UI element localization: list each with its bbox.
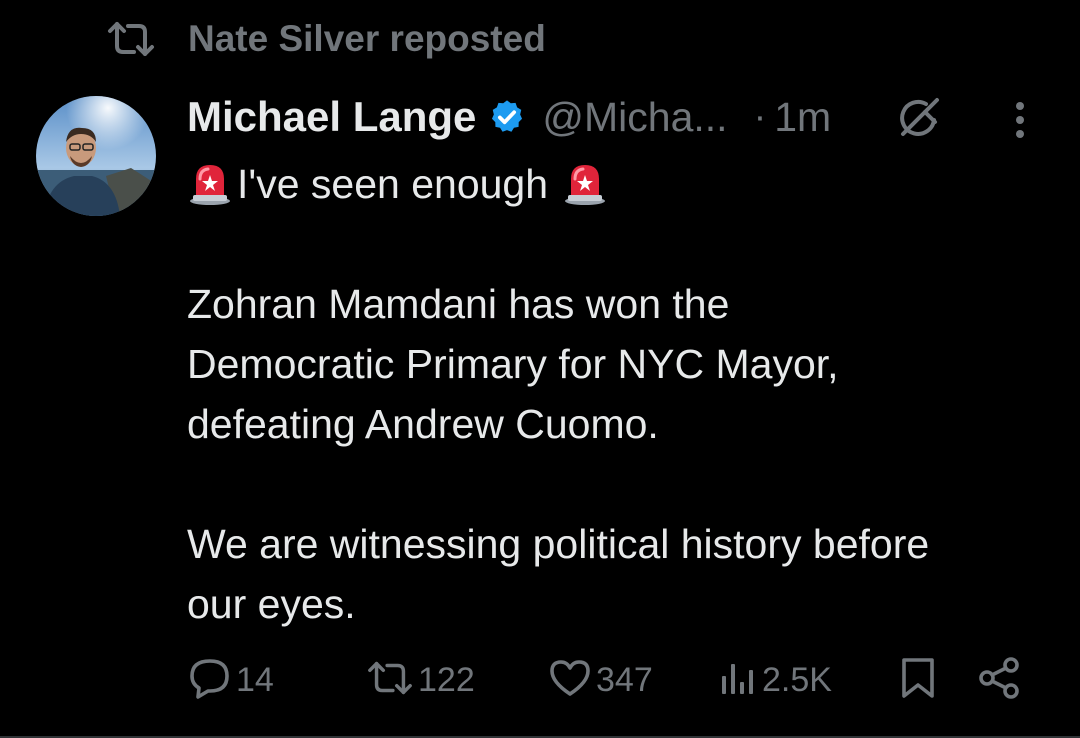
views-button[interactable]: 2.5K [718, 652, 832, 708]
post-line: Democratic Primary for NYC Mayor, [187, 334, 1047, 394]
post-line-3: Democratic Primary for NYC Mayor, [187, 341, 839, 387]
more-options-icon[interactable] [1005, 98, 1035, 142]
post-line-4: defeating Andrew Cuomo. [187, 401, 659, 447]
action-bar: 14 122 347 2.5K [188, 652, 1028, 708]
post-text: I've seen enough Zohran Mamdani has won … [187, 154, 1047, 634]
share-icon [978, 656, 1022, 704]
post-card[interactable]: Nate Silver reposted Michael Lange @Mich… [0, 0, 1080, 738]
like-heart-icon [548, 658, 592, 702]
post-header: Michael Lange @Micha... · 1m [187, 90, 1040, 144]
bookmark-icon [900, 656, 936, 704]
views-count: 2.5K [762, 660, 832, 699]
views-bar-chart-icon [718, 658, 758, 702]
post-line-2: Zohran Mamdani has won the [187, 281, 730, 327]
post-line: our eyes. [187, 574, 1047, 634]
repost-label: Nate Silver reposted [188, 18, 546, 59]
verified-badge-icon[interactable] [488, 97, 528, 137]
post-line: defeating Andrew Cuomo. [187, 394, 1047, 454]
post-line: I've seen enough [187, 154, 1047, 214]
police-siren-emoji-icon [562, 161, 608, 207]
repost-count: 122 [418, 660, 475, 699]
separator-dot: · [753, 95, 767, 138]
avatar[interactable] [36, 96, 156, 216]
grok-icon[interactable] [895, 94, 943, 142]
post-line: Zohran Mamdani has won the [187, 274, 1047, 334]
like-button[interactable]: 347 [548, 652, 653, 708]
repost-icon [366, 660, 414, 700]
repost-icon [106, 21, 156, 57]
reply-button[interactable]: 14 [188, 652, 274, 708]
repost-button[interactable]: 122 [366, 652, 475, 708]
author-handle[interactable]: @Micha... [542, 94, 727, 141]
post-line: We are witnessing political history befo… [187, 514, 1047, 574]
reply-icon [188, 656, 232, 704]
repost-indicator[interactable]: Nate Silver reposted [106, 16, 546, 62]
like-count: 347 [596, 660, 653, 699]
post-line-5: We are witnessing political history befo… [187, 521, 930, 567]
share-button[interactable] [978, 652, 1022, 708]
post-line-1: I've seen enough [237, 161, 549, 207]
post-timestamp[interactable]: 1m [774, 94, 831, 141]
bookmark-button[interactable] [900, 652, 936, 708]
reply-count: 14 [236, 660, 274, 699]
author-name[interactable]: Michael Lange [187, 93, 476, 141]
police-siren-emoji-icon [187, 161, 233, 207]
post-line-6: our eyes. [187, 581, 356, 627]
